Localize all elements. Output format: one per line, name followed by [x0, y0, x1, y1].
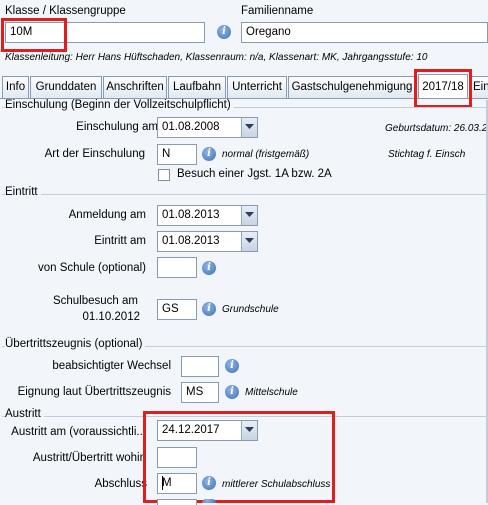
einschulung-date-combo[interactable]: 01.08.2008	[157, 117, 258, 138]
wohin-label: Austritt/Übertritt wohin	[32, 452, 146, 464]
class-field[interactable]: 10M	[5, 22, 205, 43]
eignung-field[interactable]: MS	[181, 382, 219, 403]
schulbesuch-date-label: 01.10.2012	[82, 311, 140, 323]
birth-date-note: Geburtsdatum: 26.03.20	[385, 123, 488, 134]
abschluss-label: Abschluss	[94, 478, 147, 490]
besuch-label: Besuch einer Jgst. 1A bzw. 2A	[177, 168, 332, 180]
eignung-info-icon[interactable]: i	[225, 385, 239, 399]
schulbesuch-field[interactable]: GS	[157, 299, 197, 320]
class-info-text: Klassenleitung: Herr Hans Hüftschaden, K…	[5, 52, 428, 63]
wechsel-label: beabsichtigter Wechsel	[52, 360, 171, 372]
tab-2017-18[interactable]: 2017/18	[418, 74, 468, 98]
section-divider	[2, 194, 488, 195]
von-schule-info-icon[interactable]: i	[202, 261, 216, 275]
abschluss-info-icon[interactable]: i	[202, 476, 216, 490]
art-info-icon[interactable]: i	[202, 147, 216, 161]
text-cursor	[162, 476, 163, 490]
art-note: normal (fristgemäß)	[222, 149, 310, 160]
von-schule-label: von Schule (optional)	[37, 262, 146, 274]
schulbesuch-info-icon[interactable]: i	[202, 302, 216, 316]
eintritt-combo[interactable]: 01.08.2013	[157, 231, 258, 252]
uebertritt-title: Übertrittszeugnis (optional)	[5, 338, 146, 350]
tab-info[interactable]: Info	[2, 76, 29, 98]
wohin-field[interactable]	[157, 447, 197, 468]
anmeldung-combo[interactable]: 01.08.2013	[157, 205, 258, 226]
stichtag-note: Stichtag f. Einsch	[388, 149, 466, 160]
austritt-date-combo[interactable]: 24.12.2017	[157, 420, 258, 441]
austritt-date-label: Austritt am (voraussichtli...	[11, 426, 146, 438]
tab-gastschulgenehmigung[interactable]: Gastschulgenehmigung	[288, 76, 416, 98]
einschulung-title: Einschulung (Beginn der Vollzeitschulpfl…	[5, 99, 234, 111]
eintritt-label: Eintritt am	[94, 235, 146, 247]
eignung-label: Eignung laut Übertrittszeugnis	[17, 386, 171, 398]
next-field[interactable]	[157, 499, 197, 505]
besuch-checkbox[interactable]	[158, 169, 170, 181]
einschulung-date-value: 01.08.2008	[162, 121, 220, 133]
anmeldung-value: 01.08.2013	[162, 209, 220, 221]
chevron-down-icon[interactable]	[241, 118, 257, 137]
tab-unterricht[interactable]: Unterricht	[227, 76, 287, 98]
tab-laufbahn[interactable]: Laufbahn	[168, 76, 226, 98]
art-field[interactable]: N	[157, 144, 197, 165]
tab-anschriften[interactable]: Anschriften	[103, 76, 167, 98]
class-info-icon[interactable]: i	[217, 25, 231, 39]
family-name-field[interactable]: Oregano	[241, 22, 488, 43]
wechsel-field[interactable]	[181, 356, 219, 377]
tab-bar: Info Grunddaten Anschriften Laufbahn Unt…	[0, 74, 488, 99]
chevron-down-icon[interactable]	[241, 206, 257, 225]
eintritt-title: Eintritt	[5, 186, 41, 198]
section-divider	[2, 416, 488, 417]
art-label: Art der Einschulung	[44, 148, 145, 160]
einschulung-date-label: Einschulung am	[76, 121, 158, 133]
schulbesuch-label: Schulbesuch am	[52, 295, 138, 307]
eignung-note: Mittelschule	[245, 387, 298, 398]
austritt-date-value: 24.12.2017	[162, 424, 220, 436]
chevron-down-icon[interactable]	[241, 232, 257, 251]
von-schule-field[interactable]	[157, 257, 197, 278]
wechsel-info-icon[interactable]: i	[225, 359, 239, 373]
family-label: Familienname	[241, 5, 314, 17]
schulbesuch-note: Grundschule	[222, 304, 279, 315]
tab-ein[interactable]: Ein	[469, 76, 488, 98]
anmeldung-label: Anmeldung am	[68, 209, 146, 221]
next-info-icon[interactable]	[202, 499, 216, 503]
tab-grunddaten[interactable]: Grunddaten	[30, 76, 102, 98]
eintritt-value: 01.08.2013	[162, 235, 220, 247]
austritt-title: Austritt	[5, 408, 44, 420]
abschluss-note: mittlerer Schulabschluss	[222, 479, 331, 490]
abschluss-field[interactable]: M	[157, 473, 197, 494]
chevron-down-icon[interactable]	[241, 421, 257, 440]
class-label: Klasse / Klassengruppe	[5, 5, 126, 17]
